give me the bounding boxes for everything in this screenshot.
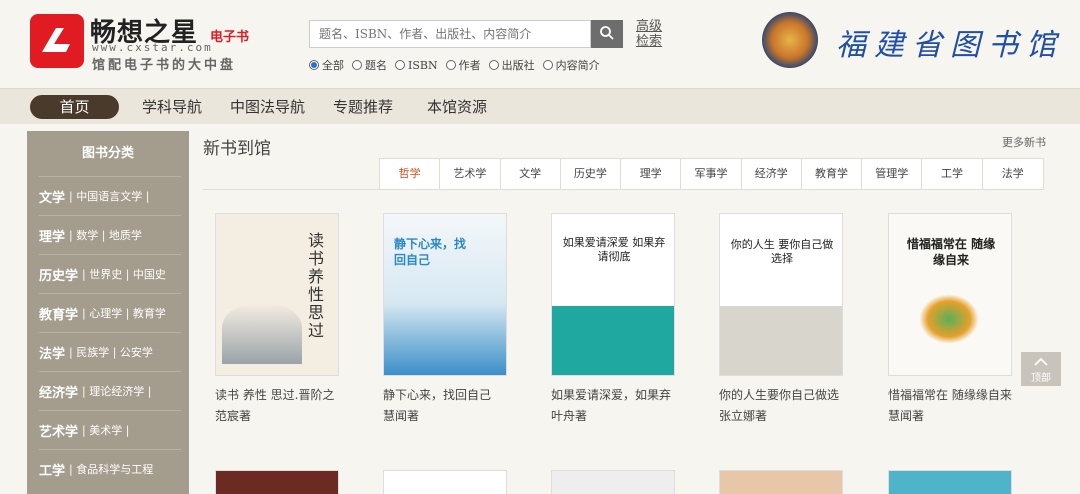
search-scope-summary[interactable]: 内容简介 [542,57,600,73]
book-author: 叶舟著 [551,409,588,423]
sidebar-item-education[interactable]: 教育学 | 心理学 | 教育学 [39,293,181,332]
sidebar-item-economics[interactable]: 经济学 | 理论经济学 | [39,371,181,410]
cover-title: 如果爱请深爱 如果弃请彻底 [562,236,666,263]
tab-military[interactable]: 军事学 [681,159,742,189]
cover-title: 静下心来，找回自己 [394,237,467,267]
cover-title: 你的人生 要你自己做选择 [730,238,834,265]
sidebar-item-science[interactable]: 理学 | 数学 | 地质学 [39,215,181,254]
advanced-search-link[interactable]: 高级检索 [636,19,664,49]
cover-title: 读书 养性 思过 [308,231,325,340]
book-card[interactable]: 你的人生 要你自己做选择 你的人生要你自己做选 张立娜著 [719,213,843,424]
search-scope-options: 全部 题名 ISBN 作者 出版社 内容简介 [309,57,600,73]
book-cover[interactable] [719,470,843,494]
subject-tabs: 哲学 艺术学 文学 历史学 理学 军事学 经济学 教育学 管理学 工学 法学 [379,158,1044,190]
book-cover[interactable]: 静下心来，找回自己 [383,213,507,376]
book-title[interactable]: 你的人生要你自己做选 [719,386,843,403]
sidebar-item-engineering[interactable]: 工学 | 食品科学与工程 [39,449,181,488]
search-button[interactable] [591,20,623,48]
radio-icon [352,60,362,70]
book-cover[interactable]: 惜福福常在 随缘缘自来 [888,213,1012,376]
logo-ebook-badge: 电子书 [210,30,250,45]
radio-icon [309,60,319,70]
book-title[interactable]: 读书 养性 思过.晋阶之 [215,386,339,403]
book-title[interactable]: 如果爱请深爱，如果弃 [551,386,675,403]
search-scope-isbn[interactable]: ISBN [395,57,438,73]
search-scope-author[interactable]: 作者 [445,57,481,73]
tab-management[interactable]: 管理学 [862,159,923,189]
library-emblem-icon [762,12,818,68]
tab-science[interactable]: 理学 [621,159,682,189]
nav-item-clc[interactable]: 中图法导航 [230,95,305,119]
logo-url: www.cxstar.com [92,41,213,54]
radio-icon [542,60,553,70]
search-scope-publisher[interactable]: 出版社 [488,57,535,73]
search-scope-title[interactable]: 题名 [352,57,387,73]
chevron-up-icon [1034,357,1048,366]
book-title[interactable]: 静下心来，找回自己 [383,386,507,403]
tab-education[interactable]: 教育学 [802,159,863,189]
book-cover[interactable] [888,470,1012,494]
radio-icon [488,60,499,70]
logo-slogan: 馆配电子书的大中盘 [92,58,237,73]
more-new-books-link[interactable]: 更多新书 [1002,134,1046,150]
header: 畅想之星 电子书 www.cxstar.com 馆配电子书的大中盘 高级检索 全… [0,0,1080,88]
back-to-top-button[interactable]: 顶部 [1021,352,1061,386]
cover-band [552,306,674,375]
tab-literature[interactable]: 文学 [501,159,561,189]
book-card[interactable]: 如果爱请深爱 如果弃请彻底 如果爱请深爱，如果弃 叶舟著 [551,213,675,424]
tab-philosophy[interactable]: 哲学 [380,159,441,189]
cxstar-logo-icon[interactable] [30,14,84,68]
tab-art[interactable]: 艺术学 [440,159,501,189]
book-author: 张立娜著 [719,409,768,423]
tab-law[interactable]: 法学 [983,159,1043,189]
book-author: 慧闻著 [383,409,420,423]
main-nav: 首页 学科导航 中图法导航 专题推荐 本馆资源 [0,88,1080,124]
sidebar-item-literature[interactable]: 文学 | 中国语言文学 | [39,176,181,215]
tab-engineering[interactable]: 工学 [922,159,983,189]
nav-item-topics[interactable]: 专题推荐 [333,95,393,119]
library-name: 福建省图书馆 [836,28,1064,63]
book-author: 范宸著 [215,409,252,423]
sidebar-item-law[interactable]: 法学 | 民族学 | 公安学 [39,332,181,371]
sidebar-item-history[interactable]: 历史学 | 世界史 | 中国史 [39,254,181,293]
sidebar-heading: 图书分类 [81,146,134,161]
nav-item-subject[interactable]: 学科导航 [142,95,202,119]
cover-art [222,304,302,364]
book-title[interactable]: 惜福福常在 随缘缘自来 [888,386,1012,403]
sidebar-item-arts[interactable]: 艺术学 | 美术学 | [39,410,181,449]
search-icon [599,25,615,44]
bird-illustration [919,294,979,344]
tab-economics[interactable]: 经济学 [742,159,802,189]
book-cover[interactable]: 你的人生 要你自己做选择 [719,213,843,376]
category-sidebar: 图书分类 文学 | 中国语言文学 | 理学 | 数学 | 地质学 历史学 | 世界史 … [27,131,189,494]
book-cover[interactable] [551,470,675,494]
search-input[interactable] [309,20,591,48]
search-scope-all[interactable]: 全部 [309,57,344,73]
section-title: 新书到馆 [203,139,271,159]
book-card[interactable]: 惜福福常在 随缘缘自来 惜福福常在 随缘缘自来 慧闻著 [888,213,1012,424]
cover-title: 惜福福常在 随缘缘自来 [906,237,996,267]
book-card[interactable]: 静下心来，找回自己 静下心来，找回自己 慧闻著 [383,213,507,424]
back-to-top-label: 顶部 [1031,373,1051,384]
tab-history[interactable]: 历史学 [561,159,622,189]
radio-icon [445,60,456,70]
book-card[interactable]: 读书 养性 思过 读书 养性 思过.晋阶之 范宸著 [215,213,339,424]
book-cover[interactable] [215,470,339,494]
nav-item-local-resources[interactable]: 本馆资源 [427,95,487,119]
book-cover[interactable] [383,470,507,494]
nav-item-home[interactable]: 首页 [30,95,119,119]
book-cover[interactable]: 读书 养性 思过 [215,213,339,376]
book-author: 慧闻著 [888,409,925,423]
cover-band [720,306,842,375]
radio-icon [395,60,405,70]
book-cover[interactable]: 如果爱请深爱 如果弃请彻底 [551,213,675,376]
